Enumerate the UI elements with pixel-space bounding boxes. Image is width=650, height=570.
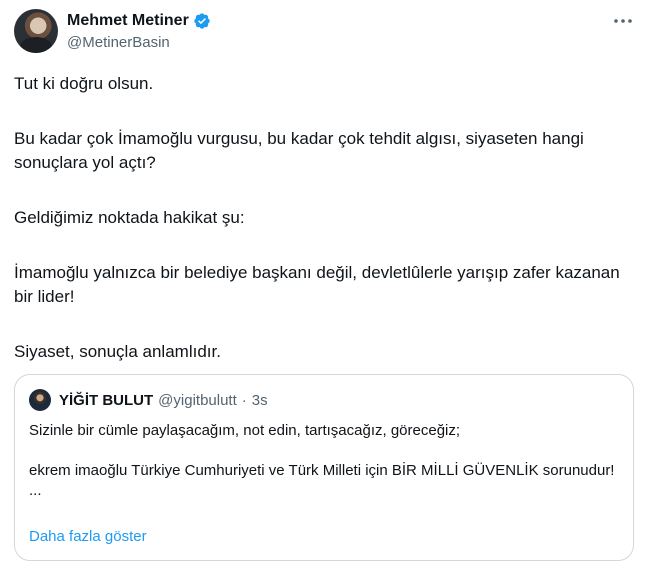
tweet-paragraph: Bu kadar çok İmamoğlu vurgusu, bu kadar …	[14, 129, 584, 172]
tweet-paragraph: İmamoğlu yalnızca bir belediye başkanı d…	[14, 263, 620, 306]
tweet-paragraph: Tut ki doğru olsun.	[14, 74, 154, 93]
quoted-display-name: YİĞİT BULUT	[59, 391, 154, 409]
quoted-tweet[interactable]: YİĞİT BULUT @yigitbulutt · 3s Sizinle bi…	[14, 374, 634, 561]
quoted-avatar	[29, 389, 51, 411]
tweet-paragraph: Siyaset, sonuçla anlamlıdır.	[14, 342, 221, 361]
quoted-tweet-body: Sizinle bir cümle paylaşacağım, not edin…	[29, 421, 619, 501]
quoted-line: ekrem imaoğlu Türkiye Cumhuriyeti ve Tür…	[29, 462, 615, 479]
tweet-header: Mehmet Metiner @MetinerBasin	[14, 9, 636, 55]
avatar[interactable]	[14, 9, 58, 53]
quoted-line: Sizinle bir cümle paylaşacağım, not edin…	[29, 422, 461, 439]
show-more-link[interactable]: Daha fazla göster	[29, 528, 147, 545]
tweet-paragraph: Geldiğimiz noktada hakikat şu:	[14, 208, 245, 227]
quoted-separator: ·	[241, 391, 247, 409]
avatar-figure	[20, 37, 52, 53]
author-name-row: Mehmet Metiner	[67, 11, 211, 31]
quoted-tweet-header: YİĞİT BULUT @yigitbulutt · 3s	[29, 389, 268, 411]
author-display-name[interactable]: Mehmet Metiner	[67, 12, 189, 30]
author-info: Mehmet Metiner @MetinerBasin	[67, 11, 211, 51]
quoted-handle: @yigitbulutt	[158, 391, 237, 409]
author-handle[interactable]: @MetinerBasin	[67, 34, 211, 51]
quoted-line: ...	[29, 482, 42, 499]
more-options-icon[interactable]	[612, 13, 634, 29]
verified-badge-icon	[193, 12, 211, 30]
tweet-body: Tut ki doğru olsun. Bu kadar çok İmamoğl…	[14, 72, 634, 364]
quoted-timestamp: 3s	[251, 391, 268, 409]
